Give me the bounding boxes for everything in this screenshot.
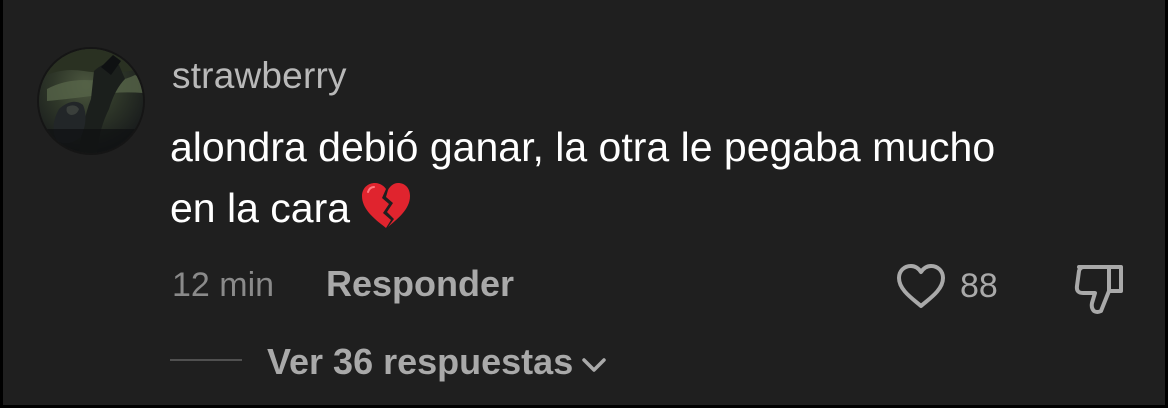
thumbs-down-icon[interactable]	[1071, 259, 1129, 315]
like-count: 88	[960, 267, 998, 305]
comment-panel: strawberry alondra debió ganar, la otra …	[0, 0, 1168, 408]
timestamp: 12 min	[172, 266, 275, 304]
comment-text-line-2: en la cara	[170, 185, 351, 231]
chevron-down-icon	[579, 353, 609, 377]
view-replies-label: Ver 36 respuestas	[267, 341, 574, 382]
reply-button[interactable]: Responder	[326, 264, 514, 304]
comment-text-line-2-wrap: en la cara	[170, 178, 1150, 239]
view-replies-button[interactable]: Ver 36 respuestas	[267, 340, 609, 384]
comment-text-line-1: alondra debió ganar, la otra le pegaba m…	[170, 124, 996, 170]
replies-divider	[170, 359, 242, 361]
comment-text: alondra debió ganar, la otra le pegaba m…	[170, 117, 1150, 239]
avatar[interactable]	[39, 49, 143, 153]
broken-heart-icon	[358, 180, 414, 230]
avatar-image	[39, 49, 143, 153]
heart-outline-icon[interactable]	[893, 261, 949, 311]
username[interactable]: strawberry	[172, 56, 347, 96]
